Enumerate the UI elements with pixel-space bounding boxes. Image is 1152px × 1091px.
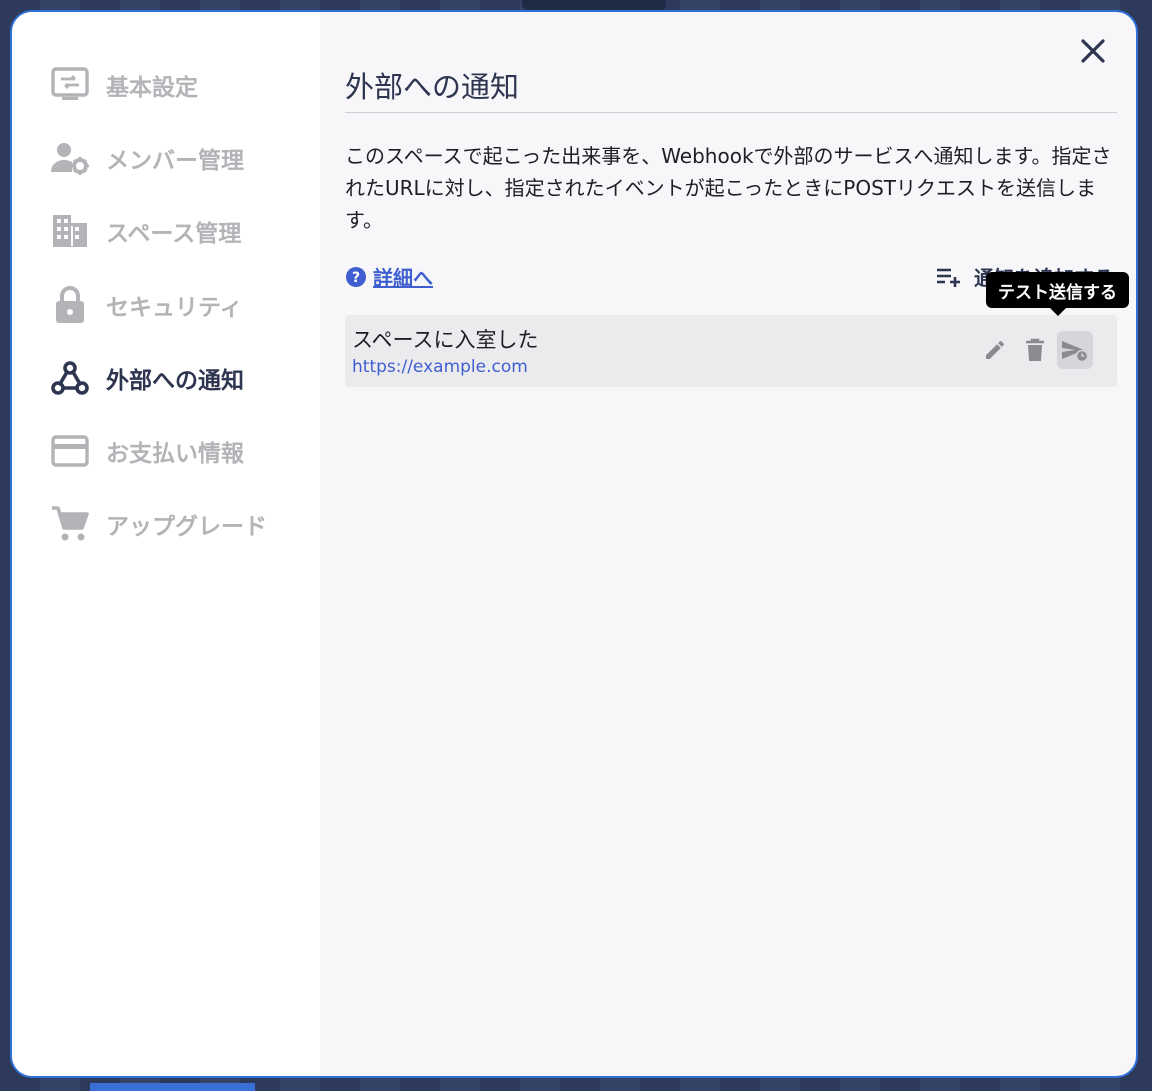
cart-icon [50,504,90,544]
settings-panel-icon [50,65,90,105]
close-button[interactable] [1076,34,1110,68]
test-send-tooltip: テスト送信する [986,272,1129,316]
title-divider [345,112,1117,113]
test-send-button[interactable] [1057,331,1093,369]
sidebar-item-basic[interactable]: 基本設定 [50,63,198,107]
backdrop-chip [522,0,666,10]
pencil-icon [986,340,1005,359]
svg-text:?: ? [352,270,360,286]
sidebar-item-label: アップグレード [106,514,267,540]
send-clock-icon [1062,341,1089,362]
sidebar-item-space[interactable]: スペース管理 [50,209,241,253]
settings-content: 外部への通知 このスペースで起こった出来事を、Webhookで外部のサービスへ通… [320,12,1136,1076]
help-circle-icon: ? [346,266,366,287]
trash-icon [1026,338,1044,361]
credit-card-icon [50,431,90,471]
help-link-label: 詳細へ [373,266,433,290]
sidebar-item-billing[interactable]: お支払い情報 [50,429,244,473]
edit-webhook-button[interactable] [977,331,1013,369]
sidebar-item-label: お支払い情報 [106,441,244,467]
close-icon [1081,39,1105,63]
webhook-url[interactable]: https://example.com [352,357,528,377]
sidebar-item-security[interactable]: セキュリティ [50,283,243,327]
building-icon [50,211,90,251]
user-gear-icon [50,138,90,178]
sidebar-item-label: 基本設定 [106,75,198,101]
settings-modal: 基本設定 メンバー管理 スペース管理 セキュリティ 外部への通知 お支払い情報 … [10,10,1138,1078]
delete-webhook-button[interactable] [1017,331,1053,369]
settings-sidebar: 基本設定 メンバー管理 スペース管理 セキュリティ 外部への通知 お支払い情報 … [12,12,320,1076]
lock-icon [50,285,90,325]
sidebar-item-webhook[interactable]: 外部への通知 [50,356,244,400]
webhook-event-name: スペースに入室した [352,328,539,352]
sidebar-item-label: スペース管理 [106,221,242,247]
sidebar-item-upgrade[interactable]: アップグレード [50,502,267,546]
sidebar-item-label: メンバー管理 [106,148,244,174]
webhook-actions [977,331,1093,369]
sidebar-item-members[interactable]: メンバー管理 [50,136,244,180]
backdrop-bar [90,1083,255,1091]
playlist-add-icon [937,268,960,287]
webhook-item: スペースに入室した https://example.com [345,315,1117,387]
webhook-icon [50,358,90,398]
sidebar-item-label: 外部への通知 [106,368,244,394]
webhook-description: このスペースで起こった出来事を、Webhookで外部のサービスへ通知します。指定… [345,144,1112,232]
sidebar-item-label: セキュリティ [106,295,243,321]
help-link[interactable]: ? 詳細へ [345,262,433,291]
page-title: 外部への通知 [345,70,520,104]
